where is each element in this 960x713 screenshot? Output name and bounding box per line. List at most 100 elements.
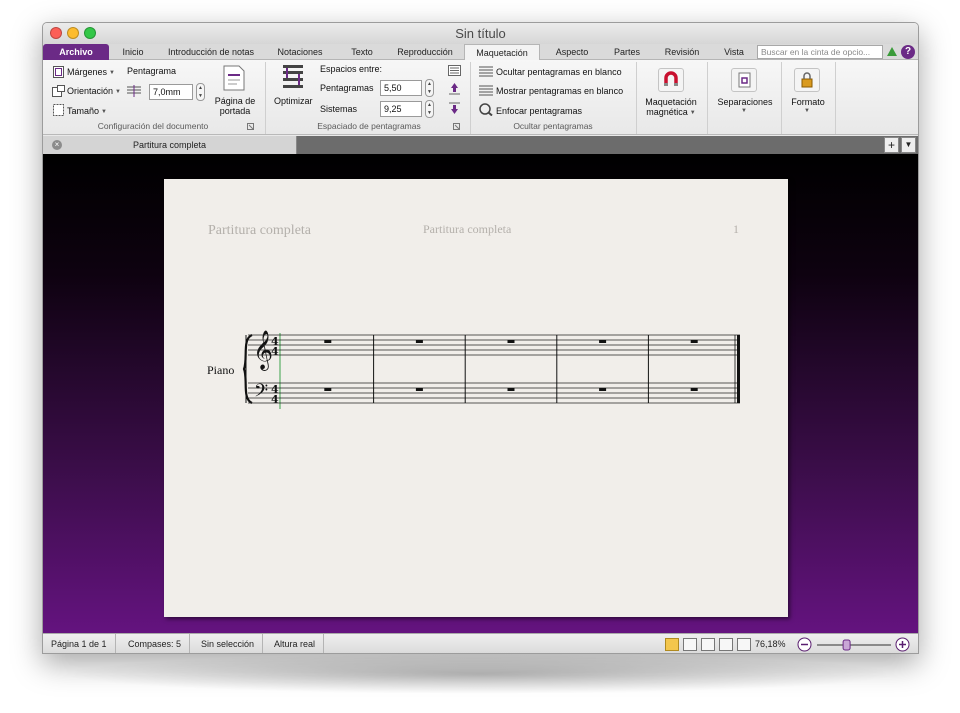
status-bars: Compases: 5 [120, 634, 191, 653]
time-signature-bottom-bass: 4 [271, 393, 279, 406]
whole-rest[interactable] [690, 388, 698, 391]
magnetic-layout-label-1: Maquetación [645, 97, 697, 107]
dialog-launcher-icon[interactable] [247, 123, 254, 130]
orientation-icon [52, 85, 65, 97]
score-page[interactable]: Partitura completa Partitura completa 1 … [164, 179, 788, 617]
whole-rest[interactable] [690, 340, 698, 343]
horizontal-view-icon[interactable] [701, 638, 715, 651]
tab-menu-button[interactable]: ▼ [901, 137, 916, 153]
whole-rest[interactable] [324, 388, 332, 391]
zoom-slider[interactable] [815, 638, 893, 652]
panorama-view-icon[interactable] [719, 638, 733, 651]
tab-revision[interactable]: Revisión [655, 44, 709, 60]
margins-button[interactable]: Márgenes ▼ [67, 67, 115, 77]
staves-spacing-field[interactable]: 5,50 [380, 80, 422, 96]
minimize-window-button[interactable] [67, 27, 79, 39]
whole-rest[interactable] [599, 388, 607, 391]
tab-texto[interactable]: Texto [339, 44, 385, 60]
staves-spacing-label: Pentagramas [320, 83, 374, 93]
score-canvas[interactable]: Partitura completa Partitura completa 1 … [43, 154, 918, 633]
show-empty-staves-icon [479, 85, 493, 96]
close-tab-icon[interactable]: × [52, 140, 62, 150]
fullscreen-view-icon[interactable] [737, 638, 751, 651]
move-staff-up-icon[interactable] [448, 82, 461, 96]
help-icon[interactable]: ? [901, 45, 915, 59]
whole-rest[interactable] [507, 340, 515, 343]
tab-introduccion-notas[interactable]: Introducción de notas [161, 44, 261, 60]
staff-size-field[interactable]: 7,0mm [149, 84, 193, 100]
size-label: Tamaño [67, 106, 100, 116]
tab-reproduccion[interactable]: Reproducción [389, 44, 461, 60]
whole-rest[interactable] [415, 340, 423, 343]
tab-vista[interactable]: Vista [715, 44, 753, 60]
ribbon-separator [707, 62, 708, 134]
format-label: Formato [791, 97, 825, 107]
breaks-label: Separaciones [717, 97, 773, 107]
whole-rest[interactable] [415, 388, 423, 391]
document-tab-label: Partitura completa [132, 140, 207, 150]
orientation-button[interactable]: Orientación ▼ [67, 86, 121, 96]
lock-icon [801, 72, 813, 88]
systems-spacing-label: Sistemas [320, 104, 358, 114]
magnet-icon [664, 71, 678, 86]
title-bar: Sin título [43, 23, 918, 44]
magnetic-layout-label[interactable]: Maquetación magnética ▼ [641, 97, 701, 118]
magnetic-layout-button[interactable] [658, 68, 684, 92]
systems-spacing-field[interactable]: 9,25 [380, 101, 422, 117]
staff-size-stepper[interactable]: ▲ ▼ [196, 83, 205, 101]
tab-maquetacion[interactable]: Maquetación [464, 44, 540, 61]
whole-rest[interactable] [507, 388, 515, 391]
size-icon [53, 104, 64, 116]
ribbon-separator [835, 62, 836, 134]
close-window-button[interactable] [50, 27, 62, 39]
whole-rest[interactable] [599, 340, 607, 343]
ribbon-separator [470, 62, 471, 134]
size-button[interactable]: Tamaño ▼ [67, 106, 107, 116]
status-bar: Página 1 de 1 Compases: 5 Sin selección … [43, 633, 918, 653]
bass-clef-icon: 𝄢 [254, 381, 268, 406]
window-shadow [60, 654, 900, 694]
tab-inicio[interactable]: Inicio [113, 44, 153, 60]
dialog-launcher-icon[interactable] [453, 123, 460, 130]
add-tab-button[interactable]: + [884, 137, 899, 153]
whole-rest[interactable] [324, 340, 332, 343]
zoom-window-button[interactable] [84, 27, 96, 39]
title-page-button[interactable]: Página de portada [213, 96, 257, 116]
hide-empty-staves-button[interactable]: Ocultar pentagramas en blanco [496, 67, 622, 77]
focus-staves-button[interactable]: Enfocar pentagramas [496, 106, 582, 116]
optimize-button[interactable]: Optimizar [274, 96, 313, 106]
document-tab[interactable]: × Partitura completa [43, 136, 297, 154]
chevron-down-icon: ▼ [115, 88, 121, 95]
app-window: Sin título Archivo Inicio Introducción d… [42, 22, 919, 654]
optimize-icon [283, 65, 303, 88]
zoom-slider-thumb[interactable] [842, 639, 851, 651]
systems-spacing-stepper[interactable]: ▲ ▼ [425, 100, 434, 118]
hide-staves-group-label: Ocultar pentagramas [513, 121, 593, 131]
staves-spacing-stepper[interactable]: ▲ ▼ [425, 79, 434, 97]
page-break-icon [738, 72, 751, 88]
breaks-button[interactable] [731, 68, 757, 92]
format-button[interactable] [794, 68, 820, 92]
lock-spacing-icon[interactable] [448, 65, 461, 76]
tab-aspecto[interactable]: Aspecto [546, 44, 598, 60]
chevron-down-icon[interactable]: ▼ [741, 108, 747, 114]
tab-partes[interactable]: Partes [605, 44, 649, 60]
staff-size-label: Pentagrama [127, 66, 177, 76]
move-staff-down-icon[interactable] [448, 101, 461, 115]
spreads-view-icon[interactable] [665, 638, 679, 651]
zoom-in-icon[interactable] [895, 637, 910, 652]
chevron-down-icon[interactable]: ▼ [804, 108, 810, 114]
window-title: Sin título [455, 26, 506, 41]
hide-empty-staves-icon [479, 66, 493, 77]
tab-archivo[interactable]: Archivo [43, 44, 109, 60]
vertical-view-icon[interactable] [683, 638, 697, 651]
spaces-between-label: Espacios entre: [320, 64, 383, 74]
margins-label: Márgenes [67, 67, 108, 77]
show-empty-staves-button[interactable]: Mostrar pentagramas en blanco [496, 86, 623, 96]
zoom-out-icon[interactable] [797, 637, 812, 652]
collapse-ribbon-icon[interactable] [887, 47, 897, 56]
ribbon-separator [636, 62, 637, 134]
tab-notaciones[interactable]: Notaciones [271, 44, 329, 60]
ribbon-search-input[interactable]: Buscar en la cinta de opcio... [757, 45, 883, 59]
chevron-down-icon: ▼ [689, 109, 696, 116]
